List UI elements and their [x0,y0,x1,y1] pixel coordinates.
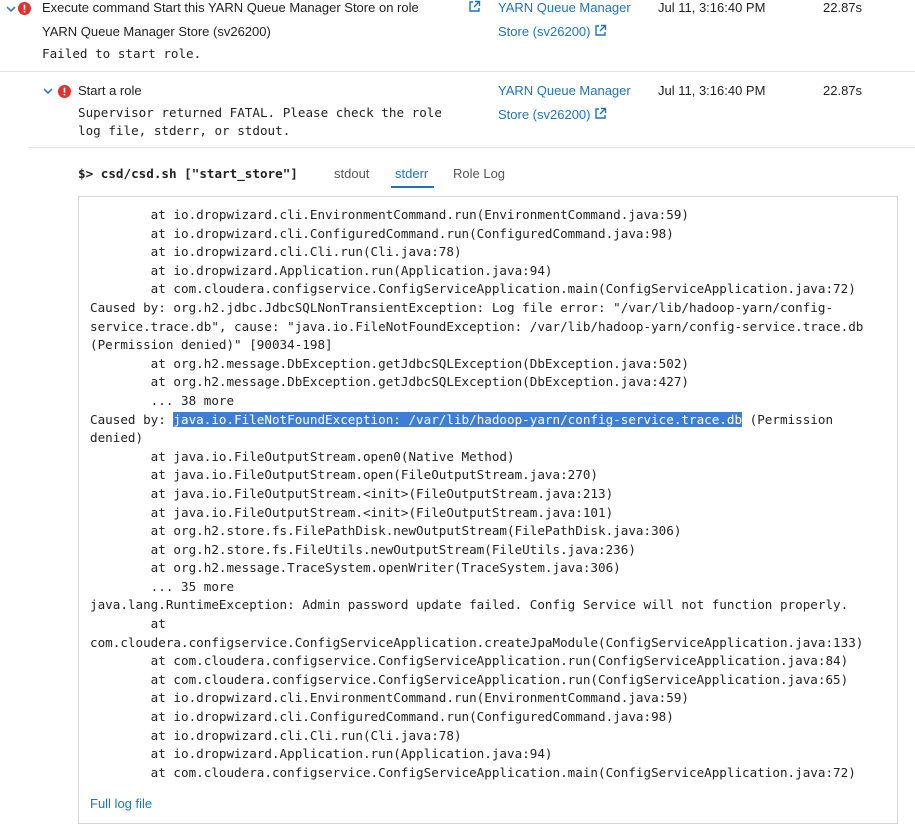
output-tabs: $> csd/csd.sh ["start_store"] stdout std… [78,158,898,190]
role-link[interactable]: YARN Queue Manager [498,83,631,98]
stderr-log-panel[interactable]: at io.dropwizard.cli.EnvironmentCommand.… [78,196,898,824]
log-line: at io.dropwizard.cli.ConfiguredCommand.r… [90,225,674,241]
log-line: at io.dropwizard.cli.Cli.run(Cli.java:78… [90,727,462,743]
log-line: ... 35 more [90,578,235,594]
step-message-line1: Supervisor returned FATAL. Please check … [78,105,442,120]
log-line-prefix: Caused by: [90,411,174,427]
log-line: ... 38 more [90,392,235,408]
log-line: at com.cloudera.configservice.ConfigServ… [90,764,856,780]
log-line: at io.dropwizard.Application.run(Applica… [90,262,553,278]
tab-stdout[interactable]: stdout [334,166,369,181]
external-link-icon[interactable] [594,107,607,120]
log-line: com.cloudera.configservice.ConfigService… [90,634,864,650]
log-line: at java.io.FileOutputStream.open(FileOut… [90,467,598,483]
log-line: java.lang.RuntimeException: Admin passwo… [90,597,849,613]
chevron-down-icon[interactable] [42,85,54,97]
log-line: at io.dropwizard.cli.EnvironmentCommand.… [90,207,689,222]
log-line: Caused by: org.h2.jdbc.JdbcSQLNonTransie… [90,299,834,315]
command-duration: 22.87s [823,0,863,15]
log-line: at com.cloudera.configservice.ConfigServ… [90,281,856,297]
log-line: at org.h2.store.fs.FileUtils.newOutputSt… [90,541,636,557]
error-circle-icon [18,2,31,15]
role-link-line2[interactable]: Store (sv26200) [498,107,591,122]
log-line: at org.h2.message.DbException.getJdbcSQL… [90,374,689,390]
command-time: Jul 11, 3:16:40 PM [658,0,766,15]
log-line: service.trace.db", cause: "java.io.FileN… [90,318,864,334]
log-line: at io.dropwizard.Application.run(Applica… [90,746,553,762]
log-line: at [90,616,166,632]
role-link-line2[interactable]: Store (sv26200) [498,24,591,39]
active-tab-indicator [391,186,434,188]
full-log-link[interactable]: Full log file [90,796,152,811]
step-message-line2: log file, stderr, or stdout. [78,123,291,138]
role-link[interactable]: YARN Queue Manager [498,0,631,15]
log-line: at com.cloudera.configservice.ConfigServ… [90,653,849,669]
error-circle-icon [58,85,71,98]
tab-role-log[interactable]: Role Log [453,166,505,181]
log-line: at java.io.FileOutputStream.<init>(FileO… [90,504,614,520]
log-line-suffix: (Permission [742,411,834,427]
log-line: at io.dropwizard.cli.EnvironmentCommand.… [90,690,689,706]
log-line: at org.h2.store.fs.FilePathDisk.newOutpu… [90,523,682,539]
command-prompt: $> csd/csd.sh ["start_store"] [78,166,298,181]
log-line: at java.io.FileOutputStream.<init>(FileO… [90,485,614,501]
step-duration: 22.87s [823,83,863,98]
step-title: Start a role [78,83,142,98]
log-text[interactable]: at io.dropwizard.cli.EnvironmentCommand.… [90,206,863,782]
selected-text: java.io.FileNotFoundException: /var/lib/… [173,411,743,427]
log-line: Caused by: java.io.FileNotFoundException… [90,411,863,430]
command-title-role: YARN Queue Manager Store (sv26200) [42,24,271,39]
log-line: denied) [90,430,144,446]
log-line: at org.h2.message.DbException.getJdbcSQL… [90,355,689,371]
tab-stderr[interactable]: stderr [395,166,428,181]
command-row-execute: Execute command Start this YARN Queue Ma… [0,0,915,72]
log-line: at java.io.FileOutputStream.open0(Native… [90,448,515,464]
log-line: (Permission denied)" [90034-198] [90,337,333,353]
step-time: Jul 11, 3:16:40 PM [658,83,766,98]
external-link-icon[interactable] [594,24,607,37]
command-row-start-role: Start a role Supervisor returned FATAL. … [28,73,915,148]
log-line: at com.cloudera.configservice.ConfigServ… [90,671,849,687]
log-line: at io.dropwizard.cli.Cli.run(Cli.java:78… [90,244,462,260]
log-line: at org.h2.message.TraceSystem.openWriter… [90,560,621,576]
command-title: Execute command Start this YARN Queue Ma… [42,0,419,15]
log-line: at io.dropwizard.cli.ConfiguredCommand.r… [90,709,674,725]
external-link-icon[interactable] [468,0,481,13]
chevron-down-icon[interactable] [5,3,17,15]
command-message: Failed to start role. [42,46,202,61]
